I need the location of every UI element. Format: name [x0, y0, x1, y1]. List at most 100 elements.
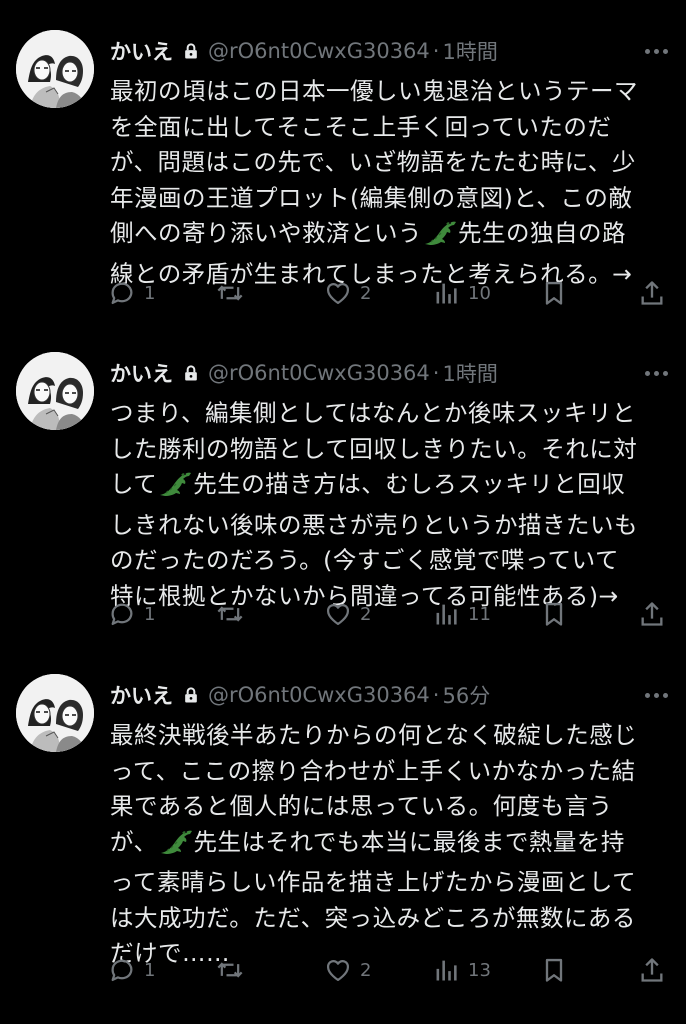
tweet[interactable]: かいえ @rO6nt0CwxG30364 · 1時間最初の頃はこの日本一優しい鬼退治と… [0, 18, 686, 338]
avatar[interactable] [16, 352, 94, 430]
text-segment: して [110, 470, 158, 498]
tweet[interactable]: かいえ @rO6nt0CwxG30364 · 1時間つまり、編集側としてはなんとか後味… [0, 340, 686, 660]
text-segment: 年漫画の王道プロット(編集側の意図)と、この敵 [110, 183, 633, 212]
text-segment: つまり、編集側としてはなんとか後味スッキリと [110, 399, 636, 427]
views-button[interactable]: 10 [432, 279, 492, 307]
retweet-button[interactable] [216, 600, 276, 628]
avatar[interactable] [16, 674, 94, 752]
tweet-text-line: が、問題はこの先で、いざ物語をたたむ時に、少 [110, 145, 676, 181]
tweet-text-line: 最初の頃はこの日本一優しい鬼退治というテーマ [110, 74, 676, 110]
crocodile-emoji [159, 827, 193, 866]
display-name[interactable]: かいえ [110, 36, 173, 66]
more-icon[interactable] [645, 370, 668, 376]
tweet-text-line: は大成功だ。ただ、突っ込みどころが無数にある [110, 901, 676, 937]
timestamp[interactable]: 1時間 [442, 36, 497, 66]
share-icon [638, 600, 666, 628]
reply-count: 1 [144, 603, 156, 625]
reply-button[interactable]: 1 [108, 600, 168, 628]
text-segment: のだったのだろう。(今すごく感覚で喋っていて [110, 546, 619, 574]
tweet-text-line: 側への寄り添いや救済という 先生の独自の路 [110, 216, 676, 257]
crocodile-emoji [158, 469, 192, 508]
tweet-text-line: しきれない後味の悪さが売りというか描きたいも [110, 508, 676, 544]
tweet-text-line: して 先生の描き方は、むしろスッキリと回収 [110, 467, 676, 508]
timestamp[interactable]: 56分 [442, 680, 490, 710]
views-icon [432, 279, 460, 307]
action-bar: 1 2 13 [108, 953, 666, 987]
tweet-header: かいえ @rO6nt0CwxG30364 · 1時間 [110, 36, 668, 66]
text-segment: 先生の描き方は、むしろスッキリと回収 [193, 470, 626, 498]
reply-icon [108, 279, 136, 307]
separator-dot: · [432, 361, 440, 385]
display-name[interactable]: かいえ [110, 358, 173, 388]
text-segment: が、 [110, 827, 158, 856]
timestamp[interactable]: 1時間 [442, 358, 497, 388]
bookmark-button[interactable] [540, 956, 568, 984]
tweet-text-line: って、ここの擦り合わせが上手くいかなかった結 [110, 754, 676, 790]
share-icon [638, 956, 666, 984]
tweet-text-line: 果であると個人的には思っている。何度も言う [110, 789, 676, 825]
reply-icon [108, 956, 136, 984]
bookmark-button[interactable] [540, 600, 568, 628]
like-button[interactable]: 2 [324, 956, 384, 984]
user-handle[interactable]: @rO6nt0CwxG30364 [208, 39, 430, 63]
views-icon [432, 956, 460, 984]
views-button[interactable]: 13 [432, 956, 492, 984]
text-segment: 果であると個人的には思っている。何度も言う [110, 792, 613, 820]
text-segment: 最初の頃はこの日本一優しい鬼退治というテーマ [110, 77, 638, 105]
user-handle[interactable]: @rO6nt0CwxG30364 [208, 683, 430, 707]
tweet-text-line: 年漫画の王道プロット(編集側の意図)と、この敵 [110, 181, 676, 217]
tweet[interactable]: かいえ @rO6nt0CwxG30364 · 56分最終決戦後半あたりからの何となく破… [0, 662, 686, 982]
tweet-text-line: のだったのだろう。(今すごく感覚で喋っていて [110, 543, 676, 579]
views-button[interactable]: 11 [432, 600, 492, 628]
reply-count: 1 [144, 959, 156, 981]
tweet-text-line: って素晴らしい作品を描き上げたから漫画として [110, 865, 676, 901]
retweet-icon [216, 956, 244, 984]
lock-icon [181, 685, 201, 705]
bookmark-icon [540, 600, 568, 628]
share-button[interactable] [638, 600, 666, 628]
text-segment: 側への寄り添いや救済という [110, 219, 422, 247]
reply-button[interactable]: 1 [108, 279, 168, 307]
views-icon [432, 600, 460, 628]
tweet-text-line: つまり、編集側としてはなんとか後味スッキリと [110, 396, 676, 432]
tweet-text-line: 最終決戦後半あたりからの何となく破綻した感じ [110, 718, 676, 754]
share-button[interactable] [638, 956, 666, 984]
more-icon[interactable] [645, 692, 668, 698]
tweet-header: かいえ @rO6nt0CwxG30364 · 56分 [110, 680, 668, 710]
avatar[interactable] [16, 30, 94, 108]
tweet-text: 最終決戦後半あたりからの何となく破綻した感じって、ここの擦り合わせが上手くいかな… [110, 718, 676, 972]
display-name[interactable]: かいえ [110, 680, 173, 710]
user-handle[interactable]: @rO6nt0CwxG30364 [208, 361, 430, 385]
bookmark-button[interactable] [540, 279, 568, 307]
retweet-button[interactable] [216, 956, 276, 984]
retweet-icon [216, 279, 244, 307]
tweet-text-line: が、 先生はそれでも本当に最後まで熱量を持 [110, 825, 676, 866]
retweet-icon [216, 600, 244, 628]
like-icon [324, 956, 352, 984]
action-bar: 1 2 11 [108, 597, 666, 631]
tweet-text-line: した勝利の物語として回収しきりたい。それに対 [110, 432, 676, 468]
text-segment: しきれない後味の悪さが売りというか描きたいも [110, 510, 638, 539]
like-icon [324, 279, 352, 307]
bookmark-icon [540, 279, 568, 307]
views-count: 11 [468, 603, 491, 625]
tweet-header: かいえ @rO6nt0CwxG30364 · 1時間 [110, 358, 668, 388]
separator-dot: · [432, 39, 440, 63]
share-button[interactable] [638, 279, 666, 307]
like-count: 2 [360, 603, 372, 625]
reply-icon [108, 600, 136, 628]
text-segment: が、問題はこの先で、いざ物語をたたむ時に、少 [110, 148, 636, 176]
like-button[interactable]: 2 [324, 600, 384, 628]
separator-dot: · [432, 683, 440, 707]
action-bar: 1 2 10 [108, 276, 666, 310]
like-count: 2 [360, 959, 372, 981]
reply-count: 1 [144, 282, 156, 304]
retweet-button[interactable] [216, 279, 276, 307]
more-icon[interactable] [645, 48, 668, 54]
like-button[interactable]: 2 [324, 279, 384, 307]
reply-button[interactable]: 1 [108, 956, 168, 984]
text-segment: は大成功だ。ただ、突っ込みどころが無数にある [110, 903, 636, 932]
text-segment: を全面に出してそこそこ上手く回っていたのだ [110, 112, 612, 141]
bookmark-icon [540, 956, 568, 984]
text-segment: 最終決戦後半あたりからの何となく破綻した感じ [110, 721, 638, 749]
